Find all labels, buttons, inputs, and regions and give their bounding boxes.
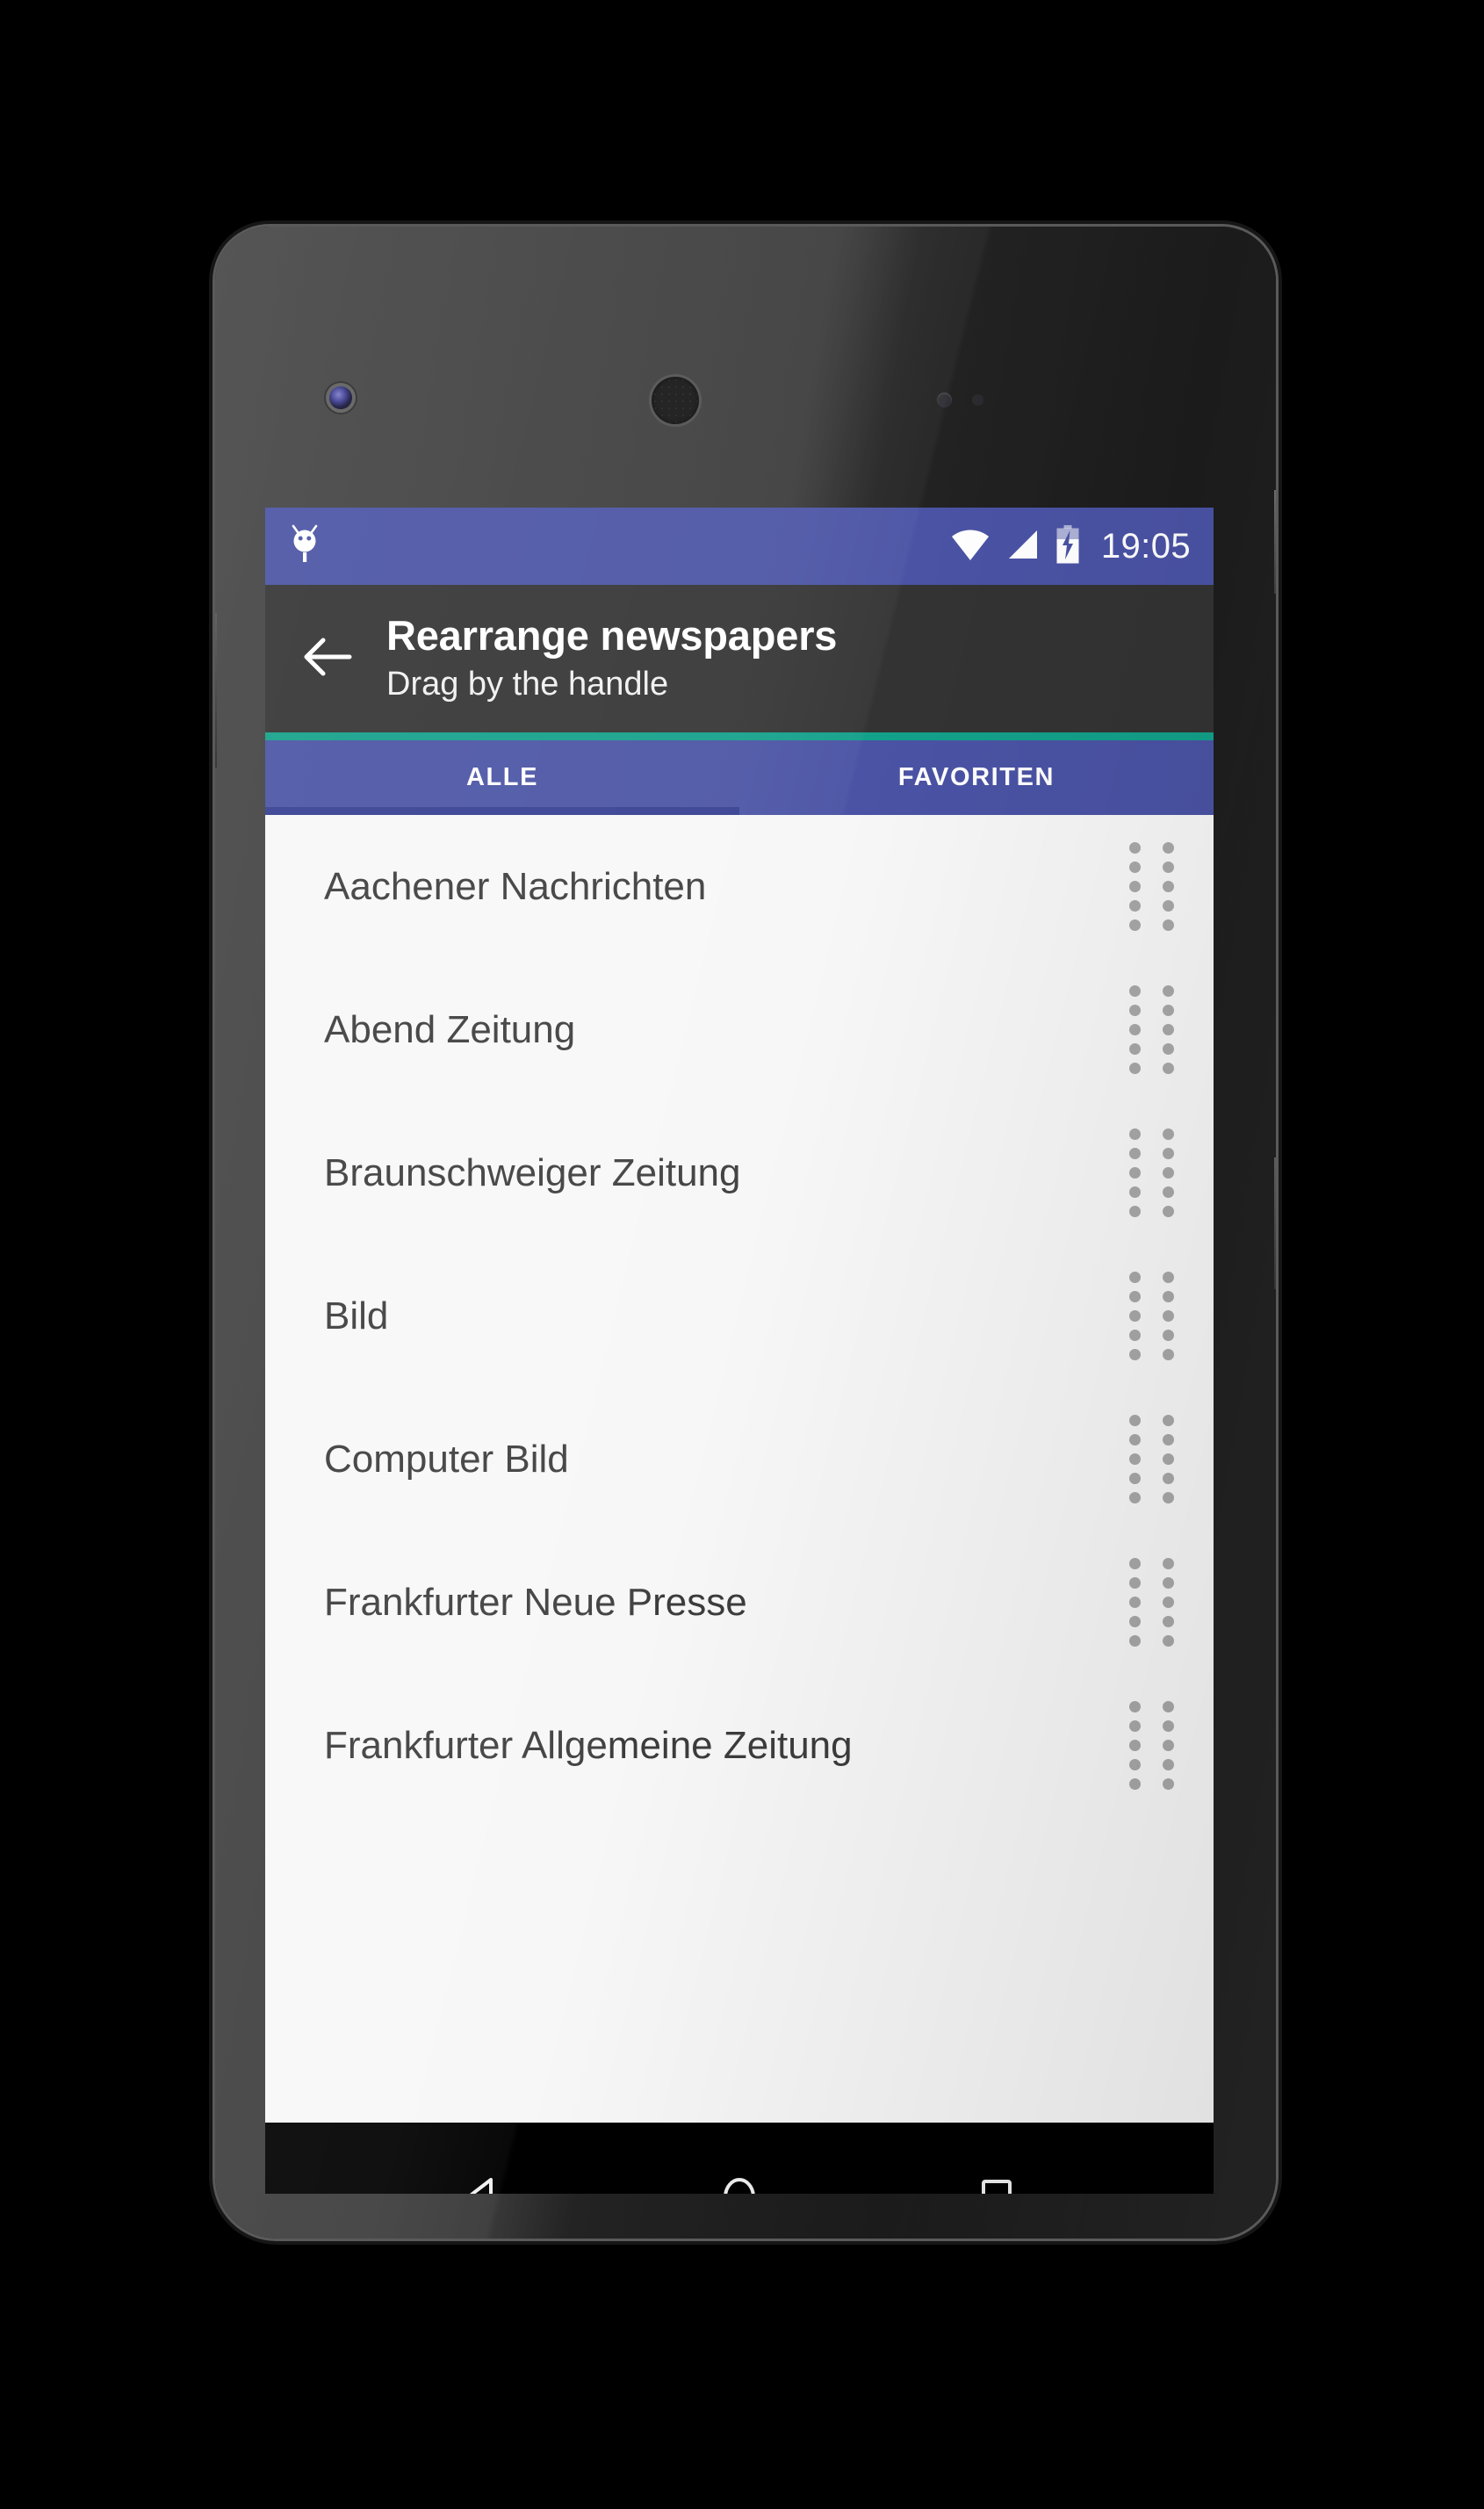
tab-bar: ALLE FAVORITEN	[265, 740, 1214, 815]
phone-screen: 19:05 Rearrange newspapers Drag by the h…	[265, 508, 1214, 2194]
status-bar-notifications	[288, 523, 323, 570]
table-row[interactable]: Computer Bild	[265, 1388, 1214, 1531]
navigation-bar	[265, 2123, 1214, 2194]
list-item-label: Frankfurter Allgemeine Zeitung	[324, 1723, 853, 1767]
status-bar-clock: 19:05	[1100, 526, 1191, 566]
nav-recents-square-icon	[972, 2173, 1021, 2194]
cellular-signal-icon	[1005, 527, 1041, 566]
accent-divider	[265, 732, 1214, 740]
back-button[interactable]	[292, 622, 365, 696]
power-button-lower[interactable]	[1274, 1157, 1276, 1289]
table-row[interactable]: Aachener Nachrichten	[265, 815, 1214, 958]
tab-indicator	[265, 807, 739, 815]
list-item-label: Computer Bild	[324, 1437, 569, 1481]
nav-back-button[interactable]	[429, 2147, 535, 2194]
table-row[interactable]: Braunschweiger Zeitung	[265, 1101, 1214, 1244]
tab-favoriten[interactable]: FAVORITEN	[739, 740, 1214, 815]
nav-back-triangle-icon	[457, 2173, 507, 2194]
proximity-sensor-icon	[937, 393, 952, 407]
drag-handle-dots-icon[interactable]	[1129, 985, 1184, 1074]
drag-handle-dots-icon[interactable]	[1129, 1272, 1184, 1360]
ambient-light-sensor-icon	[972, 394, 983, 406]
nav-home-circle-icon	[715, 2173, 764, 2194]
list-item-label: Braunschweiger Zeitung	[324, 1150, 741, 1194]
table-row[interactable]: Frankfurter Neue Presse	[265, 1531, 1214, 1674]
status-bar-system-icons: 19:05	[950, 524, 1191, 568]
nav-recents-button[interactable]	[944, 2147, 1049, 2194]
earpiece-speaker-icon	[652, 377, 699, 424]
table-row[interactable]: Bild	[265, 1244, 1214, 1388]
back-arrow-icon	[302, 632, 355, 686]
battery-charging-icon	[1055, 524, 1080, 568]
drag-handle-dots-icon[interactable]	[1129, 1701, 1184, 1790]
front-camera-icon	[329, 386, 352, 409]
newspaper-list: Aachener Nachrichten Abend Zeitung Braun…	[265, 815, 1214, 2123]
tab-favoriten-label: FAVORITEN	[897, 763, 1055, 791]
status-bar: 19:05	[265, 508, 1214, 585]
list-item-label: Aachener Nachrichten	[324, 864, 707, 908]
table-row[interactable]: Frankfurter Allgemeine Zeitung	[265, 1674, 1214, 1817]
table-row[interactable]: Abend Zeitung	[265, 958, 1214, 1101]
power-button[interactable]	[1274, 490, 1276, 594]
drag-handle-dots-icon[interactable]	[1129, 1128, 1184, 1217]
drag-handle-dots-icon[interactable]	[1129, 1415, 1184, 1503]
wifi-icon	[950, 527, 991, 566]
nav-home-button[interactable]	[687, 2147, 792, 2194]
page-subtitle: Drag by the handle	[386, 665, 669, 703]
list-item-label: Bild	[324, 1294, 389, 1337]
app-bar-titles: Rearrange newspapers Drag by the handle	[386, 611, 838, 704]
android-robot-icon	[288, 523, 323, 570]
tab-alle-label: ALLE	[465, 763, 539, 791]
volume-button[interactable]	[215, 613, 217, 768]
phone-device: 19:05 Rearrange newspapers Drag by the h…	[215, 227, 1276, 2239]
list-item-label: Abend Zeitung	[324, 1007, 576, 1051]
list-item-label: Frankfurter Neue Presse	[324, 1580, 747, 1624]
drag-handle-dots-icon[interactable]	[1129, 1558, 1184, 1647]
page-title: Rearrange newspapers	[386, 611, 838, 659]
drag-handle-dots-icon[interactable]	[1129, 842, 1184, 931]
app-bar: Rearrange newspapers Drag by the handle	[265, 585, 1214, 732]
tab-alle[interactable]: ALLE	[265, 740, 739, 815]
